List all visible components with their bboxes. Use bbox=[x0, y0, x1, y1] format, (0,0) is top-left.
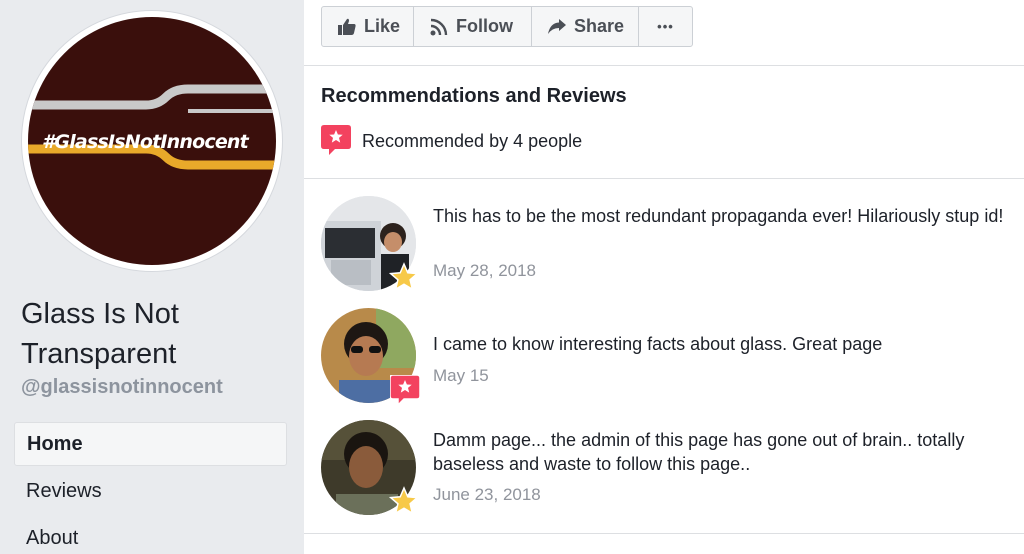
nav-item-reviews[interactable]: Reviews bbox=[14, 469, 287, 513]
review-date[interactable]: May 15 bbox=[433, 366, 489, 386]
profile-picture-frame[interactable]: #GlassIsNotInnocent bbox=[21, 10, 283, 272]
review-text: Damm page... the admin of this page has … bbox=[433, 430, 965, 474]
star-icon bbox=[388, 486, 420, 521]
share-button[interactable]: Share bbox=[532, 7, 639, 46]
review-text: I came to know interesting facts about g… bbox=[433, 334, 883, 354]
thumbs-up-icon bbox=[338, 18, 356, 35]
recommendations-header: Recommendations and Reviews Recommended … bbox=[304, 67, 1024, 179]
recommend-icon bbox=[321, 125, 351, 160]
review-text: This has to be the most redundant propag… bbox=[433, 206, 1004, 226]
review-date[interactable]: June 23, 2018 bbox=[433, 485, 541, 505]
nav-item-about[interactable]: About bbox=[14, 516, 287, 554]
star-icon bbox=[388, 262, 420, 297]
recommend-icon bbox=[389, 374, 421, 410]
page-title[interactable]: Glass Is Not Transparent bbox=[21, 294, 291, 374]
follow-button[interactable]: Follow bbox=[414, 7, 532, 46]
review-item: This has to be the most redundant propag… bbox=[304, 190, 1024, 302]
page-handle[interactable]: @glassisnotinnocent bbox=[21, 376, 223, 399]
profile-hashtag: #GlassIsNotInnocent bbox=[42, 131, 249, 153]
page-nav: Home Reviews About bbox=[14, 422, 287, 554]
share-label: Share bbox=[574, 16, 625, 36]
share-arrow-icon bbox=[548, 18, 566, 35]
like-button[interactable]: Like bbox=[322, 7, 414, 46]
like-label: Like bbox=[364, 16, 401, 36]
more-dots-icon: ••• bbox=[657, 19, 674, 34]
profile-picture[interactable]: #GlassIsNotInnocent bbox=[28, 17, 276, 265]
section-title: Recommendations and Reviews bbox=[321, 85, 627, 107]
left-column: #GlassIsNotInnocent Glass Is Not Transpa… bbox=[0, 0, 304, 554]
action-bar: Like Follow Share ••• bbox=[304, 0, 1024, 66]
review-date[interactable]: May 28, 2018 bbox=[433, 261, 536, 281]
rss-icon bbox=[430, 18, 448, 36]
action-button-group: Like Follow Share ••• bbox=[321, 6, 693, 47]
more-options-button[interactable]: ••• bbox=[639, 7, 692, 46]
nav-item-home[interactable]: Home bbox=[14, 422, 287, 466]
review-item: Damm page... the admin of this page has … bbox=[304, 414, 1024, 526]
recommendation-summary[interactable]: Recommended by 4 people bbox=[362, 131, 582, 152]
main-column: Like Follow Share ••• Recommendations an… bbox=[304, 0, 1024, 554]
review-item: I came to know interesting facts about g… bbox=[304, 302, 1024, 414]
divider bbox=[304, 533, 1024, 534]
follow-label: Follow bbox=[456, 16, 513, 36]
